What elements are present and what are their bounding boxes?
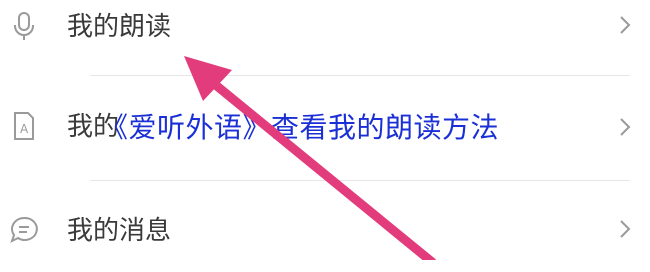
divider	[90, 75, 630, 76]
overlay-caption: 《爱听外语》查看我的朗读方法	[100, 111, 500, 144]
menu-item-label: 我的消息	[67, 216, 172, 246]
menu-item-label: 我的朗读	[67, 12, 172, 42]
menu-item-my-messages[interactable]: 我的消息	[0, 192, 650, 272]
chevron-right-icon	[620, 118, 631, 136]
microphone-icon	[14, 12, 34, 40]
chevron-right-icon	[620, 16, 631, 34]
font-document-icon: A	[14, 112, 34, 140]
svg-text:A: A	[20, 122, 29, 136]
chat-bubble-icon	[10, 216, 38, 243]
chevron-right-icon	[620, 220, 631, 238]
divider	[90, 180, 630, 181]
menu-item-my-reading[interactable]: 我的朗读	[0, 0, 650, 80]
